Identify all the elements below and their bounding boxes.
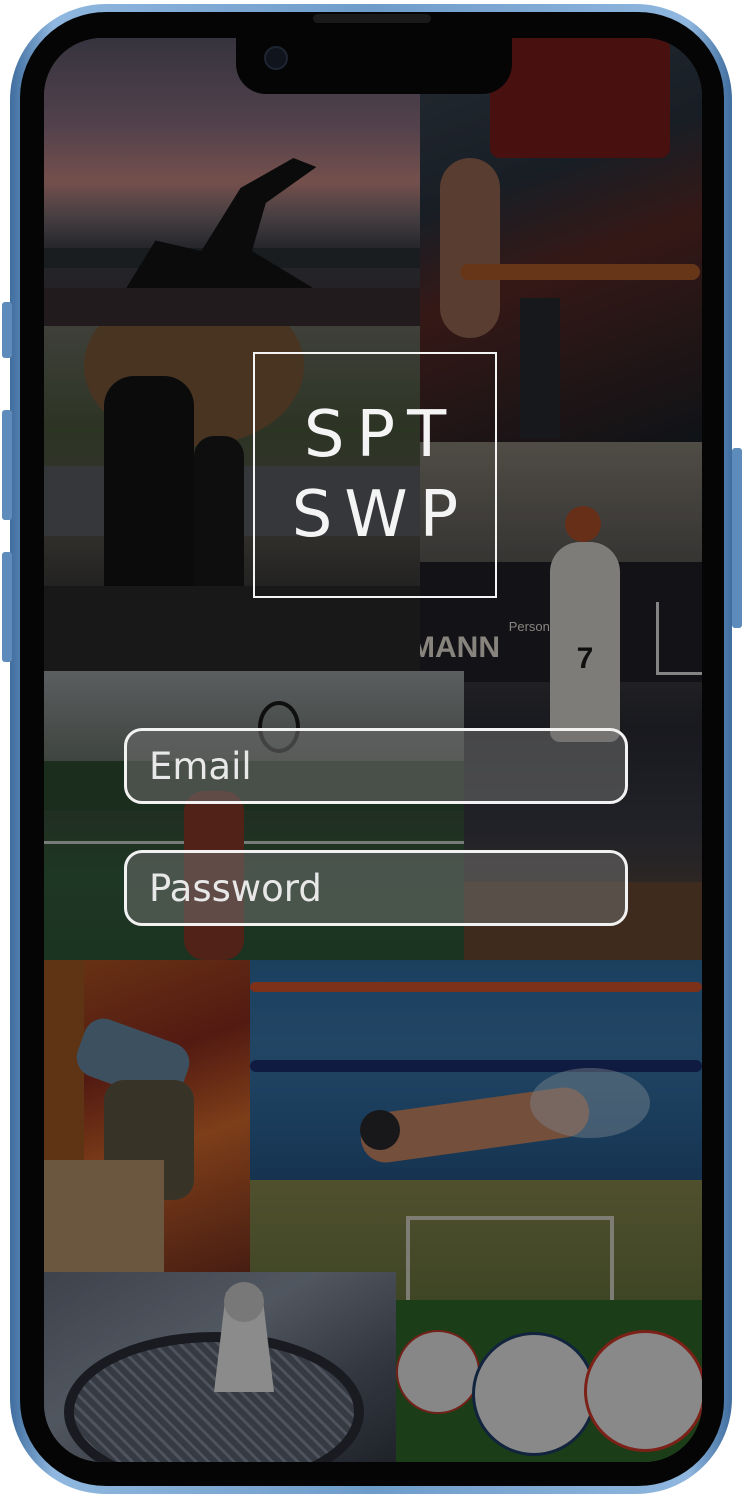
logo-line-2: SWP [291, 478, 471, 552]
badminton-photo [44, 1272, 396, 1462]
climbing-photo [44, 960, 250, 1272]
silent-switch [2, 302, 12, 358]
app-screen: Personal MANN 7 SPT SWP Email [44, 38, 702, 1462]
power-button [732, 448, 742, 628]
password-field[interactable] [124, 850, 628, 926]
front-camera-icon [264, 46, 288, 70]
volume-up-button [2, 410, 12, 520]
logo-line-1: SPT [303, 398, 459, 472]
app-logo: SPT SWP [253, 352, 497, 598]
swimming-photo [250, 960, 702, 1180]
email-field[interactable] [124, 728, 628, 804]
volume-down-button [2, 552, 12, 662]
speaker-grille [313, 14, 431, 23]
